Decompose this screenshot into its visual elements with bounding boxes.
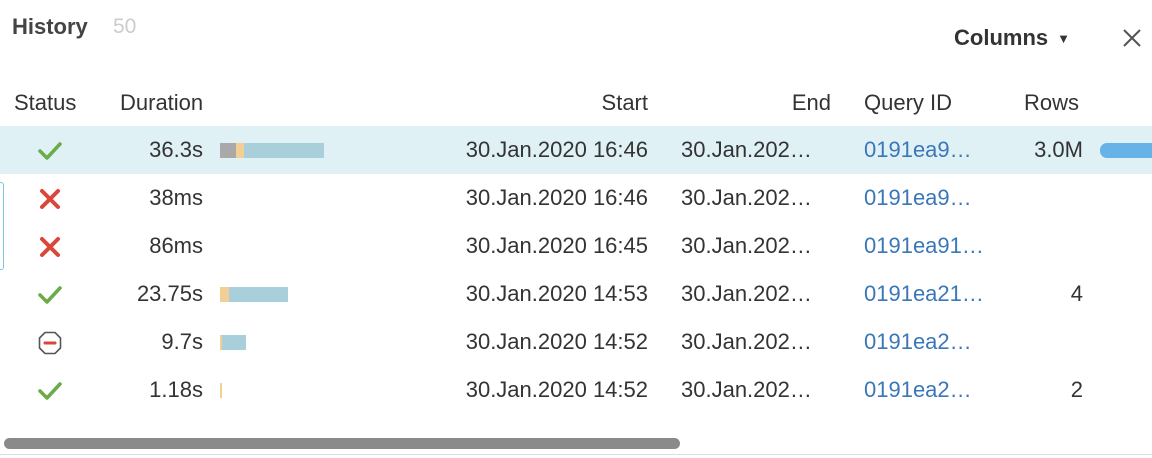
table-header: Status Duration Start End Query ID Rows <box>0 80 1152 124</box>
stop-icon <box>38 331 62 355</box>
start-cell: 30.Jan.2020 14:52 <box>465 377 648 402</box>
table-row[interactable]: 9.7s 30.Jan.2020 14:52 30.Jan.202… 0191ea2… <box>0 318 1152 366</box>
column-header-end[interactable]: End <box>792 90 831 116</box>
bottom-divider <box>0 454 1152 455</box>
cross-icon <box>38 187 62 211</box>
end-cell: 30.Jan.202… <box>681 281 812 306</box>
history-table-body: 36.3s 30.Jan.2020 16:46 30.Jan.202… 0191ea9… <box>0 126 1152 414</box>
duration-bar-segment <box>229 287 288 302</box>
rows-cell: 2 <box>1070 377 1083 402</box>
duration-cell: 36.3s <box>149 137 203 162</box>
start-cell: 30.Jan.2020 16:46 <box>465 185 648 210</box>
end-cell: 30.Jan.202… <box>681 137 812 162</box>
column-header-status[interactable]: Status <box>14 90 76 116</box>
start-cell: 30.Jan.2020 16:46 <box>465 137 648 162</box>
duration-cell: 9.7s <box>161 329 203 354</box>
duration-bar-segment <box>220 383 222 398</box>
rows-cell: 3.0M <box>1034 137 1083 162</box>
panel-title: History <box>12 14 88 39</box>
duration-cell: 86ms <box>149 233 203 258</box>
duration-cell: 23.75s <box>136 281 203 306</box>
duration-bar-segment <box>244 143 324 158</box>
end-cell: 30.Jan.202… <box>681 185 812 210</box>
table-row[interactable]: 36.3s 30.Jan.2020 16:46 30.Jan.202… 0191ea9… <box>0 126 1152 174</box>
column-header-query-id[interactable]: Query ID <box>864 90 952 116</box>
history-header: History 50 Columns ▼ <box>0 0 1152 80</box>
rows-bar <box>1100 143 1152 158</box>
duration-bar <box>220 383 222 398</box>
table-row[interactable]: 23.75s 30.Jan.2020 14:53 30.Jan.202… 0191ea… <box>0 270 1152 318</box>
caret-down-icon: ▼ <box>1057 30 1070 46</box>
end-cell: 30.Jan.202… <box>681 329 812 354</box>
duration-bar <box>220 143 324 158</box>
query-id-link[interactable]: 0191ea2… <box>864 329 972 355</box>
duration-bar-segment <box>220 143 236 158</box>
cross-icon <box>38 235 62 259</box>
table-row[interactable]: 38ms 30.Jan.2020 16:46 30.Jan.202… 0191ea9… <box>0 174 1152 222</box>
start-cell: 30.Jan.2020 14:53 <box>465 281 648 306</box>
scrollbar-thumb[interactable] <box>4 438 680 449</box>
check-icon <box>38 283 62 307</box>
check-icon <box>38 379 62 403</box>
duration-bar-segment <box>222 335 246 350</box>
duration-bar <box>220 335 246 350</box>
query-id-link[interactable]: 0191ea2… <box>864 377 972 403</box>
duration-cell: 38ms <box>149 185 203 210</box>
history-count: 50 <box>113 15 137 38</box>
query-id-link[interactable]: 0191ea21… <box>864 281 984 307</box>
duration-cell: 1.18s <box>149 377 203 402</box>
check-icon <box>38 139 62 163</box>
column-header-start[interactable]: Start <box>602 90 648 116</box>
end-cell: 30.Jan.202… <box>681 377 812 402</box>
close-icon[interactable] <box>1118 24 1146 52</box>
query-id-link[interactable]: 0191ea91… <box>864 233 984 259</box>
duration-bar-segment <box>236 143 244 158</box>
query-id-link[interactable]: 0191ea9… <box>864 185 972 211</box>
duration-bar <box>220 287 288 302</box>
column-header-duration[interactable]: Duration <box>120 90 203 116</box>
duration-bar-segment <box>220 287 229 302</box>
table-row[interactable]: 86ms 30.Jan.2020 16:45 30.Jan.202… 0191ea91… <box>0 222 1152 270</box>
table-row[interactable]: 1.18s 30.Jan.2020 14:52 30.Jan.202… 0191ea2… <box>0 366 1152 414</box>
rows-cell: 4 <box>1070 281 1083 306</box>
column-header-rows[interactable]: Rows <box>1024 90 1079 116</box>
columns-dropdown-button[interactable]: Columns ▼ <box>954 25 1070 51</box>
start-cell: 30.Jan.2020 14:52 <box>465 329 648 354</box>
query-id-link[interactable]: 0191ea9… <box>864 137 972 163</box>
focus-indicator <box>0 182 4 270</box>
end-cell: 30.Jan.202… <box>681 233 812 258</box>
start-cell: 30.Jan.2020 16:45 <box>465 233 648 258</box>
columns-label: Columns <box>954 25 1049 50</box>
